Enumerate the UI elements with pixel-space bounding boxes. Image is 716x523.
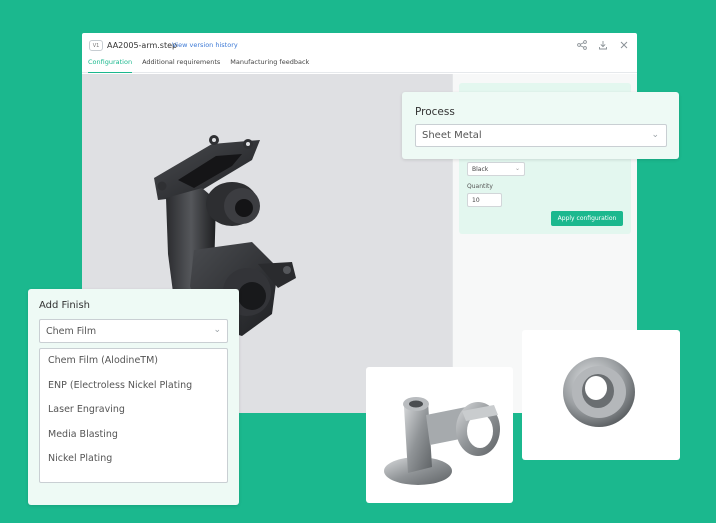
version-badge: V1 xyxy=(89,40,103,51)
panel-text-peek xyxy=(513,376,522,406)
view-version-history-link[interactable]: View version history xyxy=(172,41,238,49)
machined-bracket-photo xyxy=(366,367,513,503)
finish-select[interactable]: Chem Film ⌄ xyxy=(39,319,228,343)
chevron-down-icon: ⌄ xyxy=(651,130,659,140)
process-label: Process xyxy=(415,106,455,118)
apply-configuration-button[interactable]: Apply configuration xyxy=(551,211,623,226)
chevron-down-icon: ⌄ xyxy=(514,165,520,172)
color-select-value: Black xyxy=(472,166,489,173)
file-name: AA2005-arm.step xyxy=(107,41,178,50)
finish-options-list: Chem Film (AlodineTM) ENP (Electroless N… xyxy=(39,348,228,483)
window-header: V1 AA2005-arm.step View version history … xyxy=(82,33,637,73)
finish-option[interactable]: Media Blasting xyxy=(40,428,227,453)
tab-manufacturing-feedback[interactable]: Manufacturing feedback xyxy=(230,58,309,73)
process-card: Process Sheet Metal ⌄ xyxy=(402,92,679,159)
tab-additional-requirements[interactable]: Additional requirements xyxy=(142,58,220,73)
header-actions xyxy=(577,40,629,53)
quantity-label: Quantity xyxy=(467,183,493,190)
share-icon[interactable] xyxy=(577,40,587,53)
add-finish-card: Add Finish Chem Film ⌄ Chem Film (Alodin… xyxy=(28,289,239,505)
color-select[interactable]: Black ⌄ xyxy=(467,162,525,176)
process-select[interactable]: Sheet Metal ⌄ xyxy=(415,124,667,147)
quantity-input[interactable]: 10 xyxy=(467,193,502,207)
finish-option[interactable]: Chem Film (AlodineTM) xyxy=(40,354,227,379)
finish-option[interactable]: ENP (Electroless Nickel Plating xyxy=(40,379,227,404)
download-icon[interactable] xyxy=(598,40,608,53)
finish-option[interactable]: Laser Engraving xyxy=(40,403,227,428)
finish-select-value: Chem Film xyxy=(46,326,97,337)
chevron-down-icon: ⌄ xyxy=(213,325,221,335)
finish-option[interactable]: Nickel Plating xyxy=(40,452,227,477)
metal-ring-photo xyxy=(522,330,680,460)
add-finish-label: Add Finish xyxy=(39,300,91,311)
process-select-value: Sheet Metal xyxy=(422,130,482,141)
tab-configuration[interactable]: Configuration xyxy=(88,58,133,73)
close-icon[interactable] xyxy=(619,40,629,53)
tab-bar: Configuration Additional requirements Ma… xyxy=(88,58,309,73)
